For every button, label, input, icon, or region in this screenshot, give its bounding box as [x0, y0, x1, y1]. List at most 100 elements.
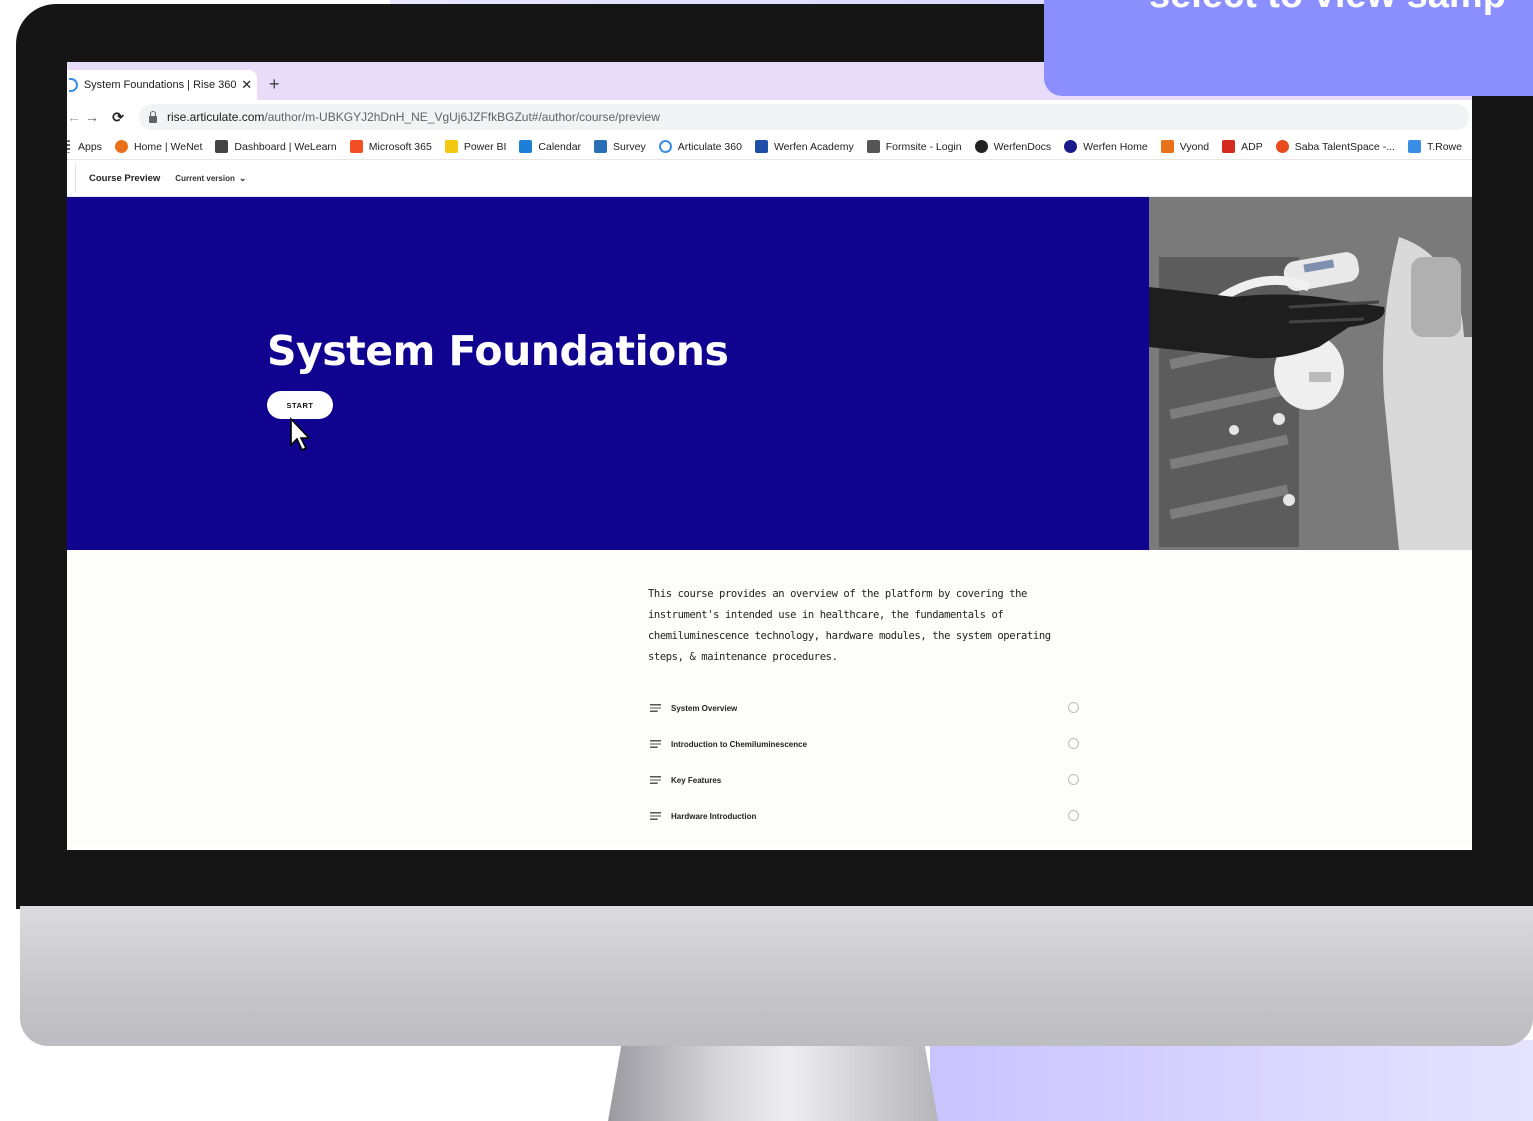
bookmark-label: T.Rowe: [1426, 140, 1462, 153]
url-host: rise.articulate.com: [167, 110, 265, 124]
close-tab-icon[interactable]: ✕: [237, 77, 258, 93]
bookmark-label: Microsoft 365: [368, 140, 432, 153]
bookmark-item[interactable]: Articulate 360: [658, 140, 742, 153]
formsite-icon: [866, 140, 880, 153]
articulate-icon: [658, 140, 672, 153]
instrument-photo-graphic: [1149, 197, 1472, 550]
lesson-label: Introduction to Chemiluminescence: [671, 739, 808, 749]
lesson-item[interactable]: System Overview: [650, 690, 1080, 726]
lesson-list: System Overview Introduction to Chemilumi…: [650, 690, 1080, 845]
vyond-icon: [1160, 140, 1174, 153]
version-dropdown[interactable]: Current version ⌄: [175, 173, 246, 184]
course-description: This course provides an overview of the …: [648, 588, 1051, 663]
bookmark-label: WerfenDocs: [993, 140, 1052, 153]
tab-title: System Foundations | Rise 360: [83, 79, 237, 91]
reload-icon[interactable]: ⟳: [105, 109, 131, 126]
bookmark-item[interactable]: ADP: [1222, 140, 1263, 153]
bookmark-label: Werfen Home: [1083, 140, 1148, 153]
apps-grid-icon: [67, 140, 70, 153]
new-tab-button[interactable]: +: [269, 74, 280, 95]
document-icon: [215, 140, 229, 153]
bookmark-item[interactable]: WerfenDocs: [974, 140, 1052, 153]
bookmark-item[interactable]: Home | WeNet: [114, 140, 203, 153]
bookmark-label: ADP: [1241, 140, 1263, 153]
werfen-icon: [1064, 140, 1078, 153]
chevron-down-icon: ⌄: [238, 173, 247, 183]
view-sample-banner[interactable]: select to view samp: [1044, 0, 1533, 96]
course-title: System Foundations: [267, 327, 729, 375]
course-overview: This course provides an overview of the …: [67, 550, 1472, 845]
lesson-label: Key Features: [671, 775, 722, 785]
bookmark-label: Werfen Academy: [773, 140, 854, 153]
lesson-label: System Overview: [671, 703, 738, 713]
browser-tab[interactable]: System Foundations | Rise 360 ✕: [67, 70, 257, 100]
screen-edge: [67, 845, 1472, 850]
address-bar[interactable]: rise.articulate.com/author/m-UBKGYJ2hDnH…: [139, 104, 1469, 130]
lesson-menu-icon: [650, 812, 661, 820]
saba-icon: [1275, 140, 1289, 153]
forward-arrow-icon[interactable]: →: [79, 109, 105, 125]
course-preview-label: Course Preview: [89, 173, 161, 184]
lesson-menu-icon: [650, 704, 661, 712]
browser-toolbar: ← → ⟳ rise.articulate.com/author/m-UBKGY…: [67, 100, 1472, 134]
monitor-chin: [20, 906, 1533, 1046]
bookmark-label: Dashboard | WeLearn: [234, 140, 337, 153]
articulate-favicon-icon: [69, 78, 78, 92]
lesson-menu-icon: [650, 740, 661, 748]
bookmark-label: Power BI: [463, 140, 507, 153]
lesson-status-circle-icon: [1068, 702, 1079, 713]
bookmark-item[interactable]: Dashboard | WeLearn: [215, 140, 337, 153]
start-button[interactable]: START: [267, 391, 333, 419]
lesson-status-circle-icon: [1068, 774, 1079, 785]
lesson-item[interactable]: Hardware Introduction: [650, 798, 1080, 834]
lesson-status-circle-icon: [1068, 810, 1079, 821]
bookmark-item[interactable]: Werfen Academy: [754, 140, 854, 153]
url-text: rise.articulate.com/author/m-UBKGYJ2hDnH…: [167, 110, 660, 124]
microsoft-icon: [349, 140, 363, 153]
bookmarks-bar: Apps Home | WeNet Dashboard | WeLearn Micro…: [67, 134, 1472, 160]
lesson-status-circle-icon: [1068, 738, 1079, 749]
divider: [75, 165, 76, 193]
course-hero: System Foundations START: [67, 197, 1472, 550]
trowe-icon: [1407, 140, 1421, 153]
powerbi-icon: [444, 140, 458, 153]
view-sample-text: select to view samp: [1149, 0, 1506, 17]
lesson-label: Hardware Introduction: [671, 811, 757, 821]
bookmark-item[interactable]: Calendar: [519, 140, 581, 153]
survey-icon: [594, 140, 608, 153]
globe-icon: [974, 140, 988, 153]
lesson-item[interactable]: Introduction to Chemiluminescence: [650, 726, 1080, 762]
bookmark-label: Vyond: [1179, 140, 1210, 153]
bookmark-item[interactable]: Vyond: [1160, 140, 1210, 153]
werfen-academy-icon: [754, 140, 768, 153]
url-path: /author/m-UBKGYJ2hDnH_NE_VgUj6JZFfkBGZut…: [264, 110, 660, 124]
bookmark-item[interactable]: Formsite - Login: [866, 140, 962, 153]
bookmark-label: Calendar: [538, 140, 582, 153]
bookmark-label: Survey: [613, 140, 646, 153]
mouse-cursor-icon: [290, 417, 311, 452]
bookmark-label: Apps: [78, 140, 102, 153]
bookmark-item[interactable]: Microsoft 365: [349, 140, 432, 153]
monitor-screen: System Foundations | Rise 360 ✕ + ← → ⟳ …: [67, 62, 1472, 845]
lesson-menu-icon: [650, 776, 661, 784]
bookmark-item[interactable]: Apps: [67, 140, 102, 153]
bookmark-item[interactable]: Saba TalentSpace -...: [1275, 140, 1395, 153]
bookmark-item[interactable]: T.Rowe: [1407, 140, 1462, 153]
lesson-item[interactable]: Key Features: [650, 762, 1080, 798]
version-label: Current version: [175, 174, 235, 183]
bookmark-label: Home | WeNet: [133, 140, 203, 153]
hero-photo: [1149, 197, 1472, 550]
bookmark-item[interactable]: Survey: [594, 140, 646, 153]
bookmark-item[interactable]: Werfen Home: [1064, 140, 1148, 153]
lesson-item[interactable]: Principle of Function: [650, 834, 1080, 845]
bookmark-label: Articulate 360: [677, 140, 742, 153]
bookmark-label: Saba TalentSpace -...: [1294, 140, 1395, 153]
monitor-stand: [608, 1046, 938, 1121]
bookmark-item[interactable]: Power BI: [444, 140, 507, 153]
adp-icon: [1222, 140, 1236, 153]
lock-icon: [149, 110, 157, 123]
calendar-icon: [519, 140, 533, 153]
back-arrow-icon[interactable]: ←: [67, 109, 79, 125]
wenet-icon: [114, 140, 128, 153]
course-preview-bar: Course Preview Current version ⌄: [67, 161, 1472, 197]
